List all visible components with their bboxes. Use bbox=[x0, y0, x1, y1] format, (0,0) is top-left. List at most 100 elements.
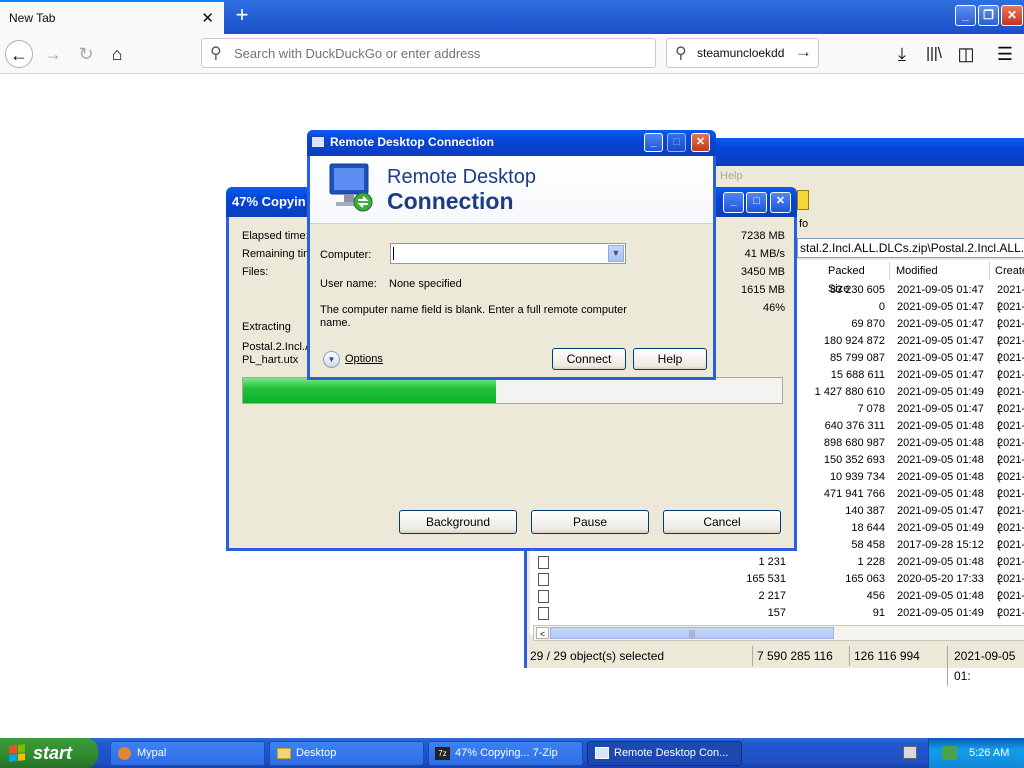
scroll-thumb[interactable]: ||| bbox=[550, 627, 834, 639]
table-row[interactable]: 1 231 1 228 2021-09-05 01:48 2021-( bbox=[530, 554, 1024, 585]
cell-packed-size: 1 427 880 610 bbox=[814, 386, 885, 398]
cell-packed-size: 180 924 872 bbox=[823, 335, 885, 347]
start-button[interactable]: start bbox=[0, 738, 98, 768]
browser-close-button[interactable]: ✕ bbox=[1001, 5, 1023, 26]
back-icon[interactable]: ← bbox=[5, 40, 33, 68]
cancel-button[interactable]: Cancel bbox=[663, 510, 781, 534]
column-created[interactable]: Create bbox=[990, 262, 1024, 280]
taskbar-item-desktop[interactable]: Desktop bbox=[269, 741, 424, 766]
status-date: 2021-09-05 01: bbox=[947, 646, 1024, 686]
cell-modified: 2017-09-28 15:12 bbox=[897, 539, 984, 551]
value-total: 7238 MB bbox=[740, 230, 785, 242]
forward-icon[interactable]: → bbox=[39, 40, 67, 68]
tab-title: New Tab bbox=[9, 11, 56, 25]
info-icon[interactable] bbox=[797, 190, 809, 210]
copy-progress-fill bbox=[243, 378, 497, 403]
downloads-icon[interactable]: ⤓ bbox=[888, 40, 916, 68]
menu-icon[interactable]: ☰ bbox=[991, 40, 1019, 68]
browser-restore-button[interactable]: ❐ bbox=[978, 5, 999, 26]
scroll-left-icon[interactable]: < bbox=[536, 627, 549, 639]
clock: 5:26 AM bbox=[969, 747, 1010, 759]
cell-packed-size: 150 352 693 bbox=[823, 454, 885, 466]
system-tray: 5:26 AM bbox=[928, 738, 1024, 768]
options-expand-icon[interactable]: ▼ bbox=[323, 351, 340, 368]
cell-packed-size: 18 644 bbox=[851, 522, 885, 534]
copy-maximize-button[interactable]: □ bbox=[746, 192, 767, 213]
table-row[interactable]: 2 217 456 2021-09-05 01:48 2021-( bbox=[530, 588, 1024, 619]
cell-modified: 2021-09-05 01:48 bbox=[897, 488, 984, 500]
username-value: None specified bbox=[389, 278, 462, 290]
cell-packed-size: 640 376 311 bbox=[824, 420, 885, 432]
cell-modified: 2021-09-05 01:48 bbox=[897, 471, 984, 483]
banner-title-line2: Connection bbox=[387, 188, 514, 214]
rdc-minimize-button[interactable]: _ bbox=[644, 133, 663, 152]
new-tab-button[interactable]: + bbox=[231, 4, 253, 28]
file-icon bbox=[538, 607, 549, 620]
copy-close-button[interactable]: ✕ bbox=[770, 192, 791, 213]
browser-minimize-button[interactable]: _ bbox=[955, 5, 976, 26]
taskbar-item-rdc[interactable]: Remote Desktop Con... bbox=[587, 741, 742, 766]
rdc-close-button[interactable]: ✕ bbox=[691, 133, 710, 152]
value-speed: 41 MB/s bbox=[744, 248, 785, 260]
cell-modified: 2021-09-05 01:49 bbox=[897, 607, 984, 619]
cell-modified: 2021-09-05 01:49 bbox=[897, 386, 984, 398]
status-selected: 29 / 29 object(s) selected bbox=[530, 649, 665, 663]
file-icon bbox=[538, 556, 549, 569]
cell-packed-size: 140 387 bbox=[845, 505, 885, 517]
rdc-task-icon bbox=[595, 747, 609, 759]
sidebar-icon[interactable]: ◫ bbox=[952, 40, 980, 68]
url-bar[interactable]: ⚲ Search with DuckDuckGo or enter addres… bbox=[201, 38, 656, 68]
computer-combobox[interactable]: ▼ bbox=[390, 243, 626, 264]
cell-modified: 2021-09-05 01:47 bbox=[897, 369, 984, 381]
home-icon[interactable]: ⌂ bbox=[103, 40, 131, 68]
cell-packed-size: 165 063 bbox=[845, 573, 885, 585]
computer-label: Computer: bbox=[320, 249, 372, 261]
table-row[interactable]: 157912021-09-05 01:492021-( bbox=[530, 605, 1024, 636]
background-button[interactable]: Background bbox=[399, 510, 517, 534]
cell-modified: 2021-09-05 01:47 bbox=[897, 505, 984, 517]
table-row[interactable]: 165 531 165 063 2020-05-20 17:33 2021-( bbox=[530, 571, 1024, 602]
column-packed-size[interactable]: Packed Size bbox=[800, 262, 890, 295]
cell-packed-size: 898 680 987 bbox=[823, 437, 885, 449]
address-bar[interactable]: stal.2.Incl.ALL.DLCs.zip\Postal.2.Incl.A… bbox=[797, 238, 1024, 258]
options-link[interactable]: Options bbox=[345, 353, 383, 365]
chevron-down-icon[interactable]: ▼ bbox=[608, 245, 624, 262]
task-label: Remote Desktop Con... bbox=[614, 747, 729, 759]
library-icon[interactable]: |||\ bbox=[920, 40, 948, 68]
copy-minimize-button[interactable]: _ bbox=[723, 192, 744, 213]
remaining-label: Remaining tim bbox=[242, 248, 313, 260]
cell-modified: 2021-09-05 01:47 bbox=[897, 284, 984, 296]
tab-close-icon[interactable]: ✕ bbox=[201, 9, 214, 27]
browser-tab[interactable]: New Tab ✕ bbox=[0, 0, 224, 34]
column-modified[interactable]: Modified bbox=[890, 262, 990, 280]
cell-packed-size: 15 688 611 bbox=[830, 369, 885, 381]
cell-size: 1 231 bbox=[758, 556, 786, 568]
sevenzip-icon: 7z bbox=[435, 747, 450, 760]
rdc-banner: Remote Desktop Connection bbox=[310, 156, 713, 224]
menu-help[interactable]: Help bbox=[720, 170, 743, 182]
current-file-path: Postal.2.Incl.A bbox=[242, 341, 313, 353]
rdc-maximize-button[interactable]: □ bbox=[667, 133, 686, 152]
reload-icon[interactable]: ↻ bbox=[72, 40, 100, 68]
cell-packed-size: 0 bbox=[878, 301, 885, 313]
copy-title: 47% Copyin bbox=[232, 194, 306, 209]
help-button[interactable]: Help bbox=[633, 348, 707, 370]
cell-packed-size: 69 870 bbox=[851, 318, 885, 330]
cell-modified: 2021-09-05 01:47 bbox=[897, 403, 984, 415]
monitor-icon bbox=[329, 163, 373, 212]
search-value: steamuncloekdd bbox=[697, 46, 785, 60]
cell-size: 2 217 bbox=[758, 590, 786, 602]
pause-button[interactable]: Pause bbox=[531, 510, 649, 534]
horizontal-scrollbar[interactable]: < ||| bbox=[533, 625, 1024, 641]
search-bar[interactable]: ⚲ steamuncloekdd → bbox=[666, 38, 819, 68]
taskbar-item-mypal[interactable]: Mypal bbox=[110, 741, 265, 766]
cell-modified: 2021-09-05 01:47 bbox=[897, 335, 984, 347]
connect-button[interactable]: Connect bbox=[552, 348, 626, 370]
url-placeholder: Search with DuckDuckGo or enter address bbox=[234, 46, 481, 61]
network-tray-icon[interactable] bbox=[942, 746, 957, 760]
taskbar-item-7zip[interactable]: 7z 47% Copying... 7-Zip bbox=[428, 741, 583, 766]
value-ratio: 46% bbox=[762, 302, 785, 314]
keyboard-tray-icon[interactable] bbox=[903, 746, 917, 759]
cell-size: 157 bbox=[767, 607, 786, 619]
search-go-icon[interactable]: → bbox=[795, 42, 812, 62]
